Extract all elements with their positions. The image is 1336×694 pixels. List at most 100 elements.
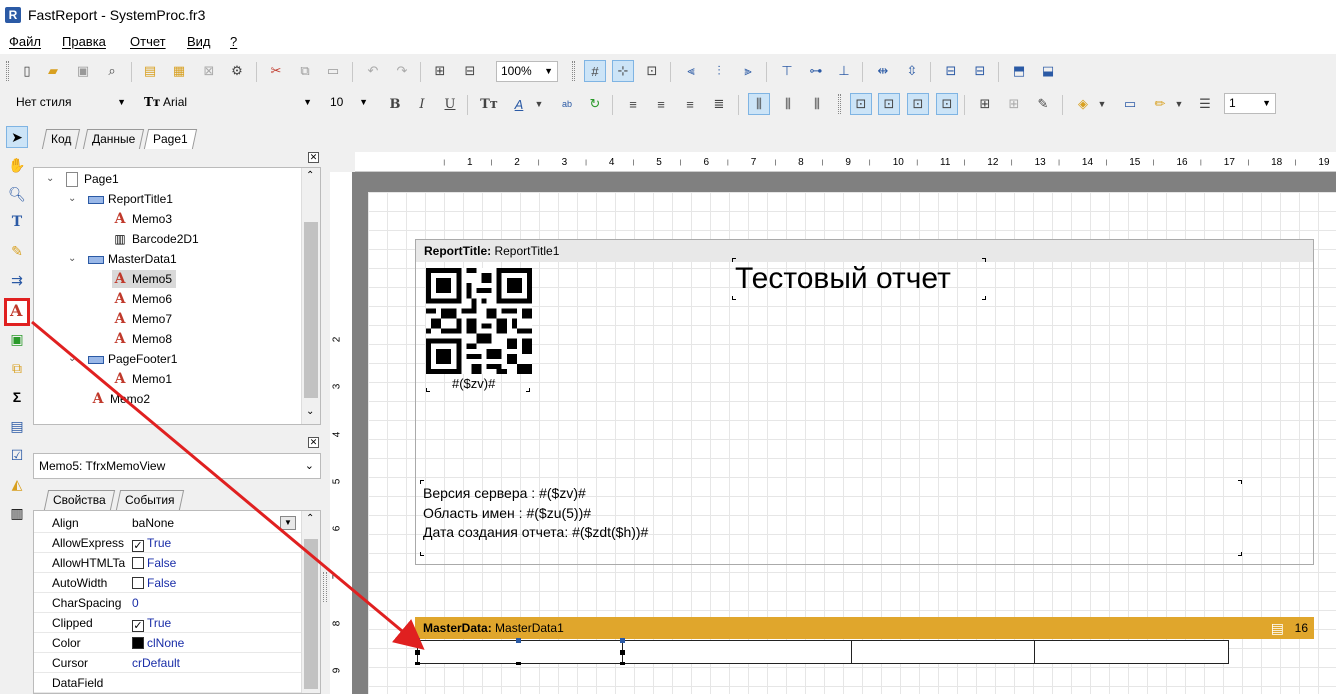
valign-top-icon[interactable]: ⫼ [748, 93, 770, 115]
zoom-tool-icon[interactable]: 🔍︎ [6, 183, 28, 205]
menu-edit[interactable]: Правка [62, 34, 106, 49]
selection-handle[interactable] [620, 650, 625, 655]
scroll-thumb[interactable] [304, 222, 318, 398]
prop-row-autowidth[interactable]: AutoWidth False [34, 573, 302, 593]
group-icon[interactable]: ⊞ [429, 60, 451, 82]
menu-file[interactable]: Файл [9, 34, 41, 49]
text-align-center-icon[interactable]: ≡ [650, 93, 672, 115]
bold-button[interactable]: B [384, 93, 406, 115]
align-center-h-icon[interactable]: ⫶ [708, 60, 730, 82]
sysmemo-tool-icon[interactable]: Σ [6, 386, 28, 408]
report-heading-memo[interactable]: Тестовый отчет [732, 256, 986, 300]
chevron-down-icon[interactable]: ⌄ [306, 406, 314, 417]
memo7-cell[interactable] [851, 640, 1035, 664]
checkbox-checked[interactable]: ✓ [132, 620, 144, 632]
tree-item-memo6[interactable]: A Memo6 [112, 290, 172, 308]
checkbox-unchecked[interactable] [132, 557, 144, 569]
selection-handle[interactable] [620, 662, 625, 665]
selection-handle[interactable] [516, 638, 521, 643]
tree-item-page1[interactable]: Page1 [66, 170, 119, 188]
tree-item-memo7[interactable]: A Memo7 [112, 310, 172, 328]
new-dialog-icon[interactable]: ▦ [168, 60, 190, 82]
redo-icon[interactable]: ↷ [391, 60, 413, 82]
tree-item-pagefooter1[interactable]: PageFooter1 [88, 350, 177, 368]
zoom-combo[interactable]: 100% ▼ [496, 61, 558, 82]
chevron-up-icon[interactable]: ⌃ [306, 170, 314, 181]
insert-band-icon[interactable]: ⇉ [6, 269, 28, 291]
same-height-icon[interactable]: ⬓ [1037, 60, 1059, 82]
text-align-left-icon[interactable]: ≡ [622, 93, 644, 115]
style-combo[interactable]: Нет стиля ▼ [12, 93, 130, 114]
space-h-icon[interactable]: ⇹ [872, 60, 894, 82]
tab-events[interactable]: События [115, 490, 184, 510]
menu-report[interactable]: Отчет [130, 34, 166, 49]
open-icon[interactable]: ▰ [42, 60, 64, 82]
server-info-memo[interactable]: Версия сервера : #($zv)# Область имен : … [420, 480, 1242, 556]
band-header[interactable]: MasterData: MasterData1 ▤ 16 [415, 617, 1314, 639]
close-icon[interactable]: ✕ [308, 437, 319, 448]
menu-view[interactable]: Вид [187, 34, 211, 49]
frame-edit-icon[interactable]: ✎ [1032, 93, 1054, 115]
underline-button[interactable]: U [439, 93, 461, 115]
tree-item-barcode2d1[interactable]: ▥ Barcode2D1 [112, 230, 198, 248]
tree-item-memo2[interactable]: A Memo2 [90, 390, 150, 408]
chevron-down-icon[interactable]: ▼ [280, 516, 296, 530]
frame-color-icon[interactable]: ✏ [1149, 93, 1171, 115]
checkbox-checked[interactable]: ✓ [132, 540, 144, 552]
frame-width-combo[interactable]: 1 ▼ [1224, 93, 1276, 114]
prop-row-clipped[interactable]: Clipped ✓ True [34, 613, 302, 633]
text-justify-icon[interactable]: ≣ [708, 93, 730, 115]
tree-item-memo8[interactable]: A Memo8 [112, 330, 172, 348]
fill-style-icon[interactable]: ▭ [1119, 93, 1141, 115]
align-grid-icon[interactable]: ⊹ [612, 60, 634, 82]
tab-page1[interactable]: Page1 [143, 129, 197, 149]
checkbox-unchecked[interactable] [132, 577, 144, 589]
align-top-icon[interactable]: ⊤ [776, 60, 798, 82]
selection-handle[interactable] [415, 650, 420, 655]
valign-middle-icon[interactable]: ⫼ [777, 93, 799, 115]
object-selector[interactable]: Memo5: TfrxMemoView ⌄ [33, 453, 321, 479]
same-width-icon[interactable]: ⬒ [1008, 60, 1030, 82]
tree-item-masterdata1[interactable]: MasterData1 [88, 250, 177, 268]
fit-grid-icon[interactable]: ⊡ [641, 60, 663, 82]
chevron-down-icon[interactable]: ⌄ [68, 253, 76, 264]
chevron-down-icon[interactable]: ⌄ [68, 193, 76, 204]
font-combo[interactable]: Tᴛ Arial ▼ [140, 93, 316, 114]
prop-row-charspacing[interactable]: CharSpacing 0 [34, 593, 302, 613]
frame-all-icon[interactable]: ⊞ [974, 93, 996, 115]
align-bottom-icon[interactable]: ⊥ [833, 60, 855, 82]
delete-page-icon[interactable]: ⊠ [198, 60, 220, 82]
subreport-tool-icon[interactable]: ⧉ [6, 357, 28, 379]
picture-tool-icon[interactable]: ▣ [6, 328, 28, 350]
hand-tool-icon[interactable]: ✋ [6, 154, 28, 176]
tree-scrollbar[interactable]: ⌃ ⌄ [301, 168, 320, 424]
selection-handle[interactable] [415, 662, 420, 665]
save-icon[interactable]: ▣ [72, 60, 94, 82]
memo5-cell[interactable] [417, 640, 623, 664]
shape-tool-icon[interactable]: ◭ [6, 473, 28, 495]
menu-help[interactable]: ? [230, 34, 237, 49]
close-icon[interactable]: ✕ [308, 152, 319, 163]
tree-item-memo5[interactable]: A Memo5 [112, 270, 177, 288]
ungroup-icon[interactable]: ⊟ [459, 60, 481, 82]
select-tool-icon[interactable]: ➤ [6, 126, 28, 148]
master-data-band[interactable]: MasterData: MasterData1 ▤ 16 [415, 617, 1314, 665]
font-color-icon[interactable]: A [508, 93, 530, 115]
font-settings-icon[interactable]: Tᴛ [478, 93, 500, 115]
align-right-icon[interactable]: ⫸ [737, 60, 759, 82]
prop-row-allowexpressions[interactable]: AllowExpress ✓ True [34, 533, 302, 553]
frame-none-icon[interactable]: ⊞ [1003, 93, 1025, 115]
copy-icon[interactable]: ⧉ [294, 60, 316, 82]
text-tool-icon[interactable]: T [6, 211, 28, 233]
tab-data[interactable]: Данные [82, 129, 145, 149]
preview-icon[interactable]: ⌕ [101, 60, 123, 82]
scroll-thumb[interactable] [304, 539, 318, 689]
chevron-down-icon[interactable]: ⌄ [68, 353, 76, 364]
selection-handle[interactable] [516, 662, 521, 665]
format-painter-icon[interactable]: ✎ [6, 240, 28, 262]
memo6-cell[interactable] [622, 640, 852, 664]
tab-code[interactable]: Код [41, 129, 81, 149]
frame-style-icon[interactable]: ☰ [1194, 93, 1216, 115]
frame-bottom-icon[interactable]: ⊡ [878, 93, 900, 115]
panel-splitter[interactable] [321, 152, 330, 694]
